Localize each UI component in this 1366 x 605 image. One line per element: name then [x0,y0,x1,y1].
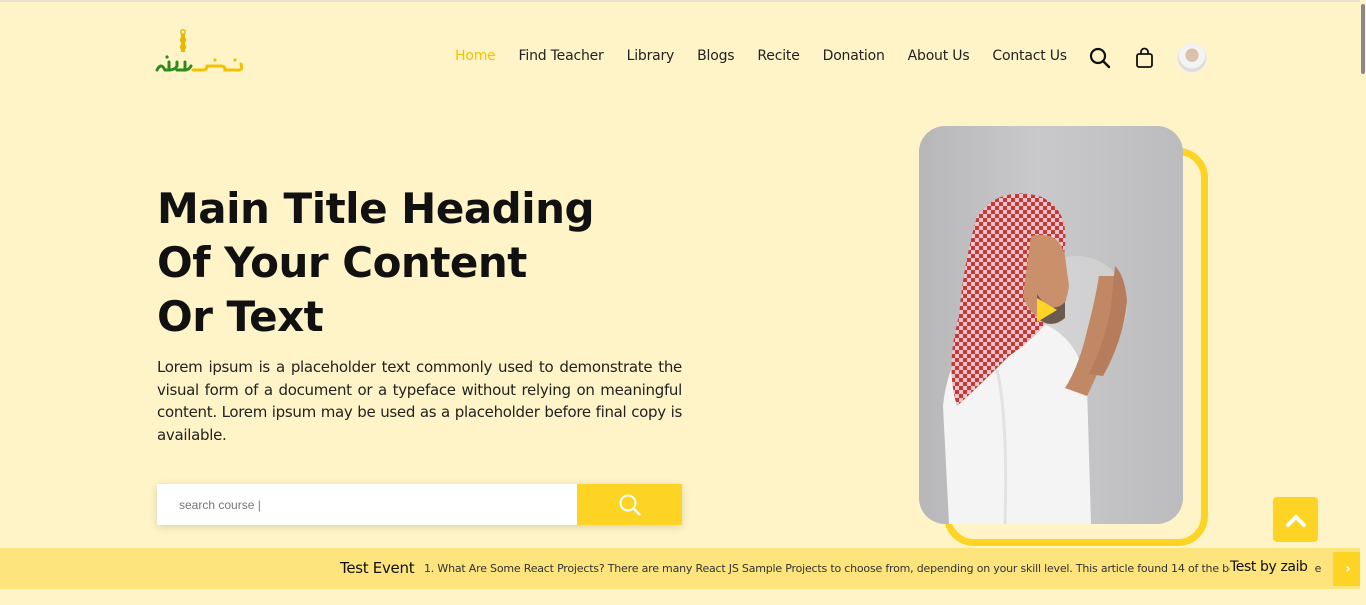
ticker-author: Test by zaib [1230,559,1314,575]
ticker-next-button[interactable]: › [1333,552,1363,586]
user-avatar[interactable] [1177,43,1207,73]
nav-library[interactable]: Library [627,48,675,64]
hero-video-thumbnail[interactable] [919,126,1183,524]
nav-blogs[interactable]: Blogs [697,48,734,64]
hero-title-line-1: Main Title Heading [157,184,595,233]
nav-home[interactable]: Home [455,48,496,64]
top-border [0,0,1366,2]
search-course-input[interactable] [157,484,577,525]
shopping-bag-icon[interactable] [1133,46,1157,70]
news-ticker: Test Event 1. What Are Some React Projec… [0,548,1366,589]
scrollbar-thumb[interactable] [1361,4,1365,74]
nav-donation[interactable]: Donation [823,48,885,64]
chevron-up-icon [1285,514,1306,527]
main-nav: Home Find Teacher Library Blogs Recite D… [455,48,1090,64]
nav-recite[interactable]: Recite [757,48,799,64]
chevron-right-icon: › [1345,561,1351,577]
hero-title: Main Title Heading Of Your Content Or Te… [157,182,657,344]
page-scrollbar[interactable] [1360,0,1366,605]
madrasa-logo[interactable] [155,26,245,78]
nav-about-us[interactable]: About Us [908,48,970,64]
course-search-bar [157,484,682,525]
search-icon[interactable] [1088,46,1112,70]
ticker-label: Test Event [340,559,415,577]
hero-description: Lorem ipsum is a placeholder text common… [157,358,682,444]
nav-contact-us[interactable]: Contact Us [992,48,1067,64]
search-button[interactable] [577,484,682,525]
hero-title-line-3: Or Text [157,292,324,341]
ticker-text[interactable]: 1. What Are Some React Projects? There a… [424,562,1326,575]
nav-find-teacher[interactable]: Find Teacher [519,48,604,64]
search-icon [619,494,641,516]
praying-man-illustration [943,193,1127,524]
back-to-top-button[interactable] [1273,497,1318,542]
hero-title-line-2: Of Your Content [157,238,527,287]
